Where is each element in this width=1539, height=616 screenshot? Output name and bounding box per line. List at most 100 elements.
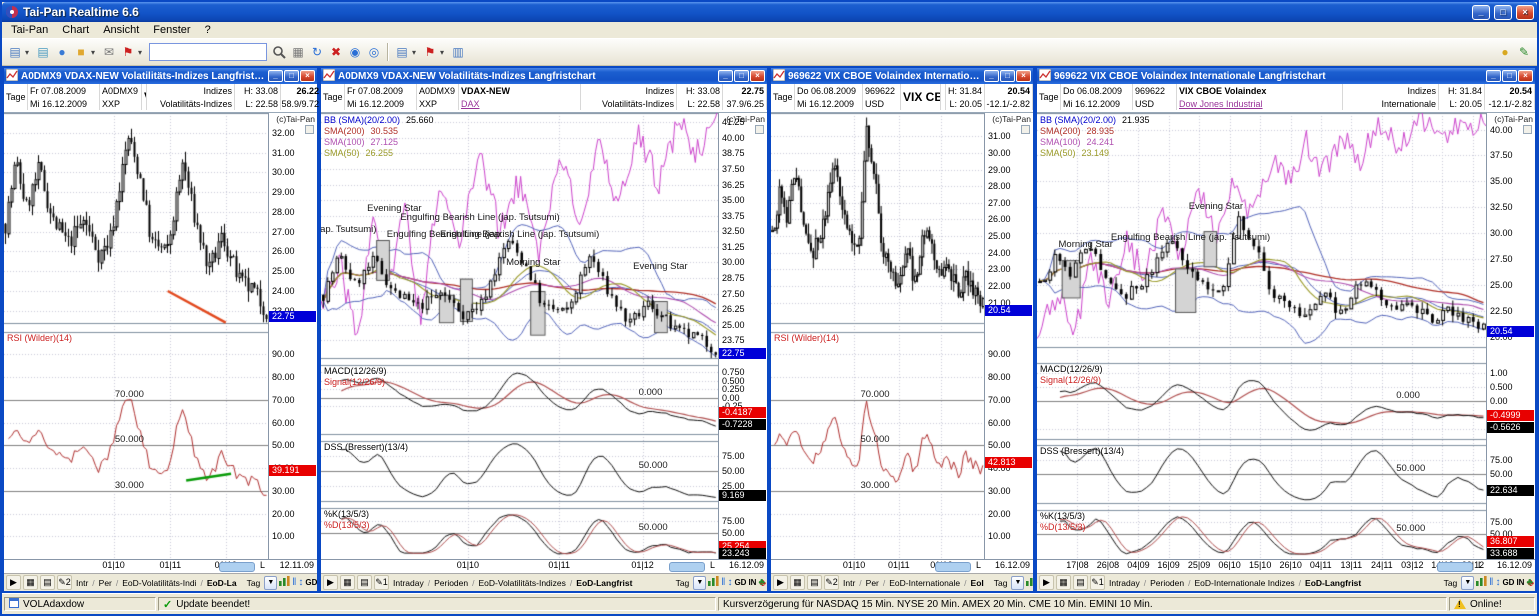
preview-icon[interactable]: ▥ xyxy=(449,43,467,62)
updown-icon[interactable]: ↕ xyxy=(727,578,732,588)
pointer-icon[interactable]: ▶ xyxy=(323,575,338,590)
edit-icon[interactable]: ✎1 xyxy=(1090,575,1105,590)
table-icon[interactable]: ▤ xyxy=(40,575,55,590)
menu-item-fenster[interactable]: Fenster xyxy=(146,24,197,36)
h-scrollbar-thumb[interactable] xyxy=(935,562,971,572)
tree-icon[interactable]: ♣ xyxy=(758,578,765,588)
toggle-gd[interactable]: GD xyxy=(1502,578,1514,587)
child-window-titlebar[interactable]: A0DMX9 VDAX-NEW Volatilitäts-Indizes Lan… xyxy=(321,68,767,84)
folder-icon[interactable]: ■ xyxy=(72,43,90,62)
tab-intraday[interactable]: Intraday xyxy=(391,578,426,588)
tab-intr[interactable]: Intr xyxy=(841,578,857,588)
magnifier-icon[interactable] xyxy=(270,43,288,62)
child-window-titlebar[interactable]: 969622 VIX CBOE Volaindex Internationale… xyxy=(771,68,1033,84)
comparison-link[interactable]: DAX xyxy=(459,97,581,110)
mail-icon[interactable]: ✉ xyxy=(100,43,118,62)
pointer-icon[interactable]: ▶ xyxy=(6,575,21,590)
tab-eoi[interactable]: EoI xyxy=(969,578,986,588)
menu-item-ansicht[interactable]: Ansicht xyxy=(96,24,146,36)
maximize-button[interactable]: □ xyxy=(1000,70,1015,82)
child-window-titlebar[interactable]: A0DMX9 VDAX-NEW Volatilitäts-Indizes Lan… xyxy=(4,68,317,84)
flag-icon[interactable]: ⚑ xyxy=(421,43,439,62)
help-icon[interactable]: ◉ xyxy=(346,43,364,62)
lock-icon[interactable]: ● xyxy=(1496,43,1514,62)
tree-icon[interactable]: ♣ xyxy=(1526,578,1533,588)
menu-item-?[interactable]: ? xyxy=(198,24,218,36)
app-titlebar[interactable]: Tai-Pan Realtime 6.6 _ □ × xyxy=(2,2,1537,22)
dropdown-arrow-icon[interactable]: ▾ xyxy=(412,48,420,57)
minimize-button[interactable]: _ xyxy=(268,70,283,82)
period-dropdown-button[interactable]: ▼ xyxy=(264,576,277,590)
period-dropdown-button[interactable]: ▼ xyxy=(1011,576,1024,590)
close-button[interactable]: × xyxy=(750,70,765,82)
menu-item-chart[interactable]: Chart xyxy=(55,24,96,36)
symbol-search-input[interactable] xyxy=(149,43,267,61)
price-axis[interactable]: (c)Tai-Pan31.0030.0029.0028.0027.0026.00… xyxy=(984,113,1033,559)
h-scrollbar-thumb[interactable] xyxy=(1437,562,1473,572)
pointer-icon[interactable]: ▶ xyxy=(1039,575,1054,590)
web-icon[interactable]: ● xyxy=(53,43,71,62)
dropdown-arrow-icon[interactable]: ▾ xyxy=(138,48,146,57)
edit-icon[interactable]: ✎1 xyxy=(374,575,389,590)
tab-eod-langfrist[interactable]: EoD-Langfrist xyxy=(574,578,634,588)
chart-style-icon[interactable] xyxy=(708,576,719,589)
close-button[interactable]: × xyxy=(1518,70,1533,82)
toggle-in[interactable]: IN xyxy=(748,578,756,587)
refresh-icon[interactable]: ↻ xyxy=(308,43,326,62)
menu-item-taipan[interactable]: Tai-Pan xyxy=(4,24,55,36)
pin-icon[interactable]: ⚑ xyxy=(119,43,137,62)
price-axis[interactable]: (c)Tai-Pan41.2540.0038.7537.5036.2535.00… xyxy=(718,113,767,559)
app-minimize-button[interactable]: _ xyxy=(1472,5,1490,20)
edit-icon[interactable]: ✎2 xyxy=(57,575,72,590)
close-button[interactable]: × xyxy=(1016,70,1031,82)
tab-eod-langfrist[interactable]: EoD-Langfrist xyxy=(1303,578,1363,588)
chart-canvas[interactable] xyxy=(1037,113,1486,559)
grid-icon[interactable]: ▦ xyxy=(340,575,355,590)
h-scrollbar-thumb[interactable] xyxy=(219,562,255,572)
minimize-button[interactable]: _ xyxy=(718,70,733,82)
tab-eod-la[interactable]: EoD-La xyxy=(205,578,239,588)
price-axis[interactable]: (c)Tai-Pan40.0037.5035.0032.5030.0027.50… xyxy=(1486,113,1535,559)
chart-style-icon[interactable] xyxy=(279,576,290,589)
child-window-titlebar[interactable]: 969622 VIX CBOE Volaindex Internationale… xyxy=(1037,68,1535,84)
save-icon[interactable]: ▤ xyxy=(6,43,24,62)
tab-intraday[interactable]: Intraday xyxy=(1107,578,1142,588)
tab-perioden[interactable]: Perioden xyxy=(1148,578,1186,588)
chart-doc-icon[interactable]: ▤ xyxy=(34,43,52,62)
tab-per[interactable]: Per xyxy=(97,578,114,588)
print-icon[interactable]: ▦ xyxy=(289,43,307,62)
pause-icon[interactable]: ‖ xyxy=(292,578,296,588)
tab-intr[interactable]: Intr xyxy=(74,578,90,588)
tab-eod-volatilit-ts-indi[interactable]: EoD-Volatilitäts-Indi xyxy=(120,578,198,588)
pause-icon[interactable]: ‖ xyxy=(1489,578,1493,588)
comparison-link[interactable]: Dow Jones Industrial xyxy=(1177,97,1343,110)
page-icon[interactable]: ▤ xyxy=(393,43,411,62)
edit-icon[interactable]: ✎ xyxy=(1515,43,1533,62)
period-dropdown-button[interactable]: ▼ xyxy=(1461,576,1474,590)
grid-icon[interactable]: ▦ xyxy=(23,575,38,590)
collapse-button[interactable] xyxy=(755,125,764,134)
dropdown-arrow-icon[interactable]: ▾ xyxy=(91,48,99,57)
edit-icon[interactable]: ✎2 xyxy=(824,575,839,590)
grid-icon[interactable]: ▦ xyxy=(790,575,805,590)
updown-icon[interactable]: ↕ xyxy=(298,578,303,588)
app-close-button[interactable]: × xyxy=(1516,5,1534,20)
table-icon[interactable]: ▤ xyxy=(807,575,822,590)
maximize-button[interactable]: □ xyxy=(1502,70,1517,82)
tab-per[interactable]: Per xyxy=(864,578,881,588)
maximize-button[interactable]: □ xyxy=(734,70,749,82)
h-scrollbar-thumb[interactable] xyxy=(669,562,705,572)
close-button[interactable]: × xyxy=(300,70,315,82)
app-maximize-button[interactable]: □ xyxy=(1494,5,1512,20)
dropdown-arrow-icon[interactable]: ▾ xyxy=(440,48,448,57)
chart-canvas[interactable] xyxy=(321,113,718,559)
price-axis[interactable]: (c)Tai-Pan32.0031.0030.0029.0028.0027.00… xyxy=(268,113,317,559)
maximize-button[interactable]: □ xyxy=(284,70,299,82)
tab-eod-internationale[interactable]: EoD-Internationale xyxy=(887,578,962,588)
table-icon[interactable]: ▤ xyxy=(1073,575,1088,590)
pointer-icon[interactable]: ▶ xyxy=(773,575,788,590)
toggle-gd[interactable]: GD xyxy=(305,578,317,587)
toggle-in[interactable]: IN xyxy=(1516,578,1524,587)
period-dropdown-button[interactable]: ▼ xyxy=(693,576,706,590)
collapse-button[interactable] xyxy=(305,125,314,134)
